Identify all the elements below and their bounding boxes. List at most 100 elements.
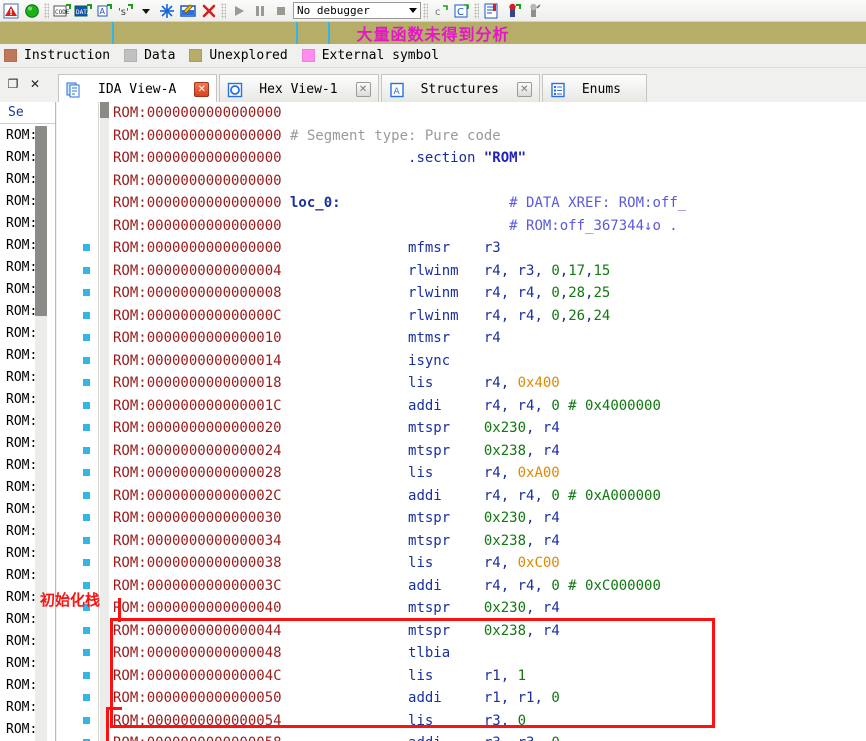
disassembly-line[interactable]: ROM:0000000000000018 lis r4, 0x400 (113, 372, 866, 395)
breakpoint-marker-dot[interactable] (83, 266, 90, 274)
function-list-item[interactable]: ROM: (0, 521, 40, 543)
function-list-item[interactable]: ROM: (0, 697, 40, 719)
functions-panel[interactable]: Se ROM: ROM: ROM: ROM: ROM: ROM: ROM: ROM: ROM: R… (0, 102, 56, 741)
breakpoint-marker-dot[interactable] (83, 446, 90, 454)
stop-icon[interactable] (270, 1, 291, 21)
function-list-item[interactable]: ROM: (0, 389, 40, 411)
breakpoint-marker-dot[interactable] (83, 244, 90, 251)
snowflake-icon[interactable] (156, 1, 177, 21)
function-list-item[interactable]: ROM: (0, 345, 40, 367)
disassembly-line[interactable]: ROM:0000000000000030 mtspr 0x230, r4 (113, 507, 866, 530)
pause-icon[interactable] (249, 1, 270, 21)
toolbar-grip[interactable] (44, 2, 49, 19)
disassembly-line[interactable]: ROM:0000000000000040 mtspr 0x230, r4 (113, 597, 866, 620)
make-struct-icon[interactable]: 's' (114, 1, 135, 21)
disassembly-line[interactable]: ROM:0000000000000044 mtspr 0x238, r4 (113, 620, 866, 643)
disassembly-line[interactable]: ROM:0000000000000008 rlwinm r4, r4, 0,28… (113, 282, 866, 305)
breakpoint-marker-dot[interactable] (83, 626, 90, 634)
breakpoint-icon[interactable] (502, 1, 523, 21)
function-list-item[interactable]: ROM: (0, 323, 40, 345)
function-list-item[interactable]: ROM: (0, 675, 40, 697)
function-list-item[interactable]: ROM: (0, 411, 40, 433)
function-list-item[interactable]: ROM: (0, 147, 40, 169)
disassembly-line[interactable]: ROM:0000000000000000 # ROM:off_367344↓o … (113, 215, 866, 238)
tab-enums[interactable]: Enums (541, 74, 647, 104)
disassembly-lines[interactable]: ROM:0000000000000000 ROM:0000000000000000… (113, 102, 866, 741)
delete-red-x-icon[interactable] (198, 1, 219, 21)
function-list-item[interactable]: ROM: (0, 719, 40, 741)
tab-hex-view-1[interactable]: Hex View-1 ✕ (219, 74, 379, 104)
functions-scrollbar[interactable] (35, 126, 47, 741)
make-data-icon[interactable]: DATA (72, 1, 93, 21)
breakpoint-marker-dot[interactable] (83, 379, 90, 386)
function-list-item[interactable]: ROM: (0, 257, 40, 279)
chevron-down-icon[interactable] (409, 8, 417, 13)
disassembly-line[interactable]: ROM:0000000000000000 # Segment type: Pur… (113, 125, 866, 148)
function-list-item[interactable]: ROM: (0, 301, 40, 323)
function-list-item[interactable]: ROM: (0, 631, 40, 653)
disassembly-line[interactable]: ROM:0000000000000000 (113, 170, 866, 193)
function-list-item[interactable]: ROM: (0, 125, 40, 147)
breakpoint-marker-dot[interactable] (83, 334, 90, 341)
disassembly-line[interactable]: ROM:0000000000000004 rlwinm r4, r3, 0,17… (113, 260, 866, 283)
disassembly-scrollbar-thumb[interactable] (100, 102, 109, 118)
toolbar-grip-3[interactable] (423, 2, 428, 19)
function-list-item[interactable]: ROM: (0, 279, 40, 301)
breakpoint-marker-dot[interactable] (83, 694, 90, 701)
function-list-item[interactable]: ROM: (0, 213, 40, 235)
tab-ida-view-a[interactable]: IDA View-A ✕ (58, 74, 218, 104)
breakpoint-marker-dot[interactable] (83, 356, 90, 364)
toolbar-grip-4[interactable] (474, 2, 479, 19)
disassembly-scrollbar[interactable] (100, 102, 109, 741)
decompile-icon[interactable]: c (430, 1, 451, 21)
make-ascii-icon[interactable]: A (93, 1, 114, 21)
breakpoint-marker-dot[interactable] (83, 514, 90, 521)
edit-function-icon[interactable] (177, 1, 198, 21)
disassembly-line[interactable]: ROM:0000000000000028 lis r4, 0xA00 (113, 462, 866, 485)
disassembly-line[interactable]: ROM:0000000000000000 .section "ROM" (113, 147, 866, 170)
disassembly-line[interactable]: ROM:000000000000002C addi r4, r4, 0 # 0x… (113, 485, 866, 508)
function-list-item[interactable]: ROM: (0, 609, 40, 631)
run-play-icon[interactable] (228, 1, 249, 21)
chevron-down-icon[interactable] (135, 1, 156, 21)
tab-close-icon[interactable]: ✕ (194, 82, 210, 97)
disassembly-line[interactable]: ROM:0000000000000014 isync (113, 350, 866, 373)
disassembly-view[interactable]: ROM:0000000000000000 ROM:0000000000000000… (57, 102, 866, 741)
breakpoint-marker-dot[interactable] (83, 581, 90, 589)
breakpoint-marker-dot[interactable] (83, 559, 90, 566)
function-list-item[interactable]: ROM: (0, 587, 40, 609)
function-list-item[interactable]: ROM: (0, 565, 40, 587)
breakpoint-marker-dot[interactable] (83, 649, 90, 656)
disassembly-line[interactable]: ROM:000000000000000C rlwinm r4, r4, 0,26… (113, 305, 866, 328)
function-list-item[interactable]: ROM: (0, 433, 40, 455)
restore-window-icon[interactable]: ❐ (2, 74, 24, 94)
disassembly-line[interactable]: ROM:0000000000000020 mtspr 0x230, r4 (113, 417, 866, 440)
debugger-select[interactable]: No debugger (293, 2, 421, 19)
functions-scrollbar-thumb[interactable] (35, 126, 47, 316)
breakpoint-marker-dot[interactable] (83, 716, 90, 724)
disassembly-line[interactable]: ROM:0000000000000054 lis r3, 0 (113, 710, 866, 733)
function-list-item[interactable]: ROM: (0, 235, 40, 257)
disassembly-line[interactable]: ROM:0000000000000050 addi r1, r1, 0 (113, 687, 866, 710)
warning-triangle-icon[interactable] (0, 1, 21, 21)
tab-close-icon[interactable]: ✕ (355, 82, 371, 97)
notepad-icon[interactable] (481, 1, 502, 21)
decompile-all-icon[interactable]: C (451, 1, 472, 21)
breakpoint-marker-dot[interactable] (83, 311, 90, 319)
disassembly-line[interactable]: ROM:0000000000000024 mtspr 0x238, r4 (113, 440, 866, 463)
function-list-item[interactable]: ROM: (0, 455, 40, 477)
breakpoint-marker-dot[interactable] (83, 536, 90, 544)
function-list-item[interactable]: ROM: (0, 191, 40, 213)
toolbar-grip-2[interactable] (221, 2, 226, 19)
disassembly-line[interactable]: ROM:0000000000000000 loc_0: # DATA XREF:… (113, 192, 866, 215)
breakpoint-marker-dot[interactable] (83, 469, 90, 476)
function-list-item[interactable]: ROM: (0, 477, 40, 499)
close-window-icon[interactable]: ✕ (24, 74, 46, 94)
disassembly-line[interactable]: ROM:0000000000000058 addi r3, r3, 0 (113, 732, 866, 741)
tracing-icon[interactable] (523, 1, 544, 21)
disassembly-line[interactable]: ROM:0000000000000034 mtspr 0x238, r4 (113, 530, 866, 553)
tab-structures[interactable]: A Structures ✕ (380, 74, 540, 104)
green-circle-run-icon[interactable] (21, 1, 42, 21)
disassembly-line[interactable]: ROM:0000000000000000 (113, 102, 866, 125)
make-code-icon[interactable]: CODE (51, 1, 72, 21)
